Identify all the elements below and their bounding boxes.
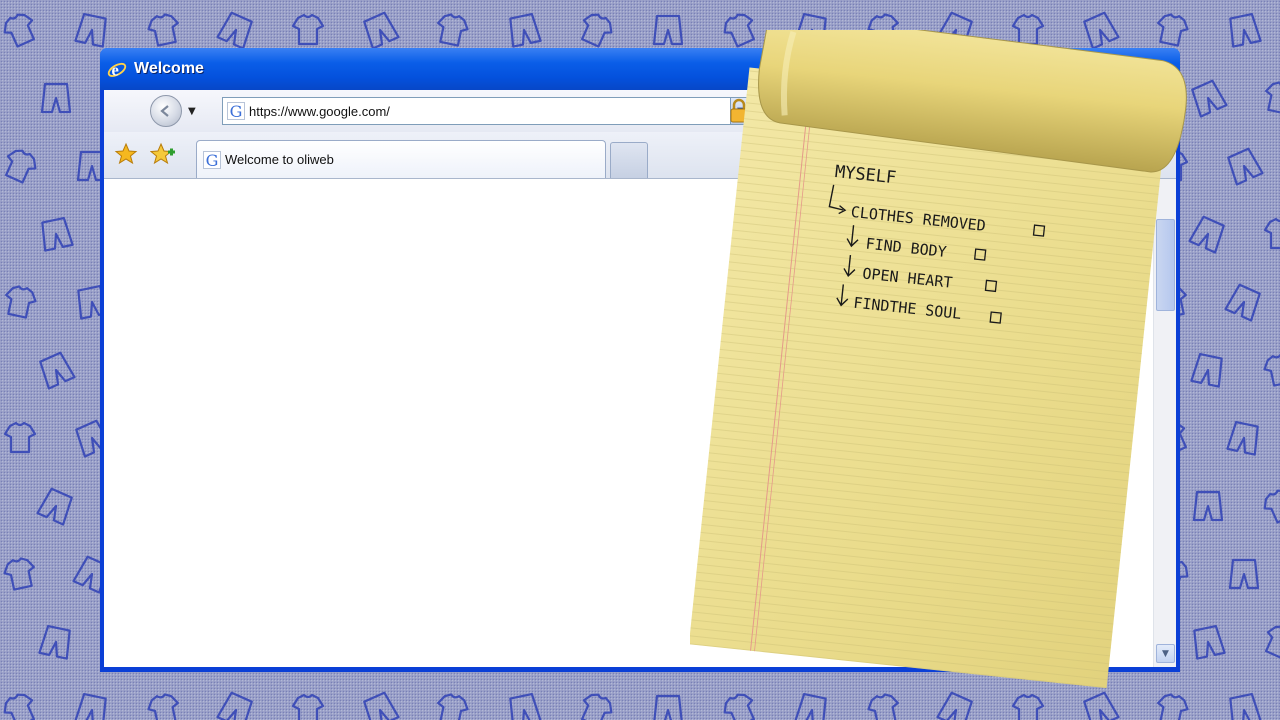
background-pattern-icon <box>74 12 110 48</box>
background-pattern-icon <box>216 690 256 720</box>
background-pattern-icon <box>145 691 183 720</box>
add-favorite-icon[interactable] <box>150 142 176 166</box>
new-tab-button[interactable] <box>610 142 648 178</box>
address-bar[interactable]: G https://www.google.com/ ▼ <box>222 97 752 125</box>
ie-logo-icon: e <box>107 60 127 79</box>
background-pattern-icon <box>936 690 976 720</box>
background-pattern-icon <box>360 10 400 50</box>
background-pattern-icon <box>506 692 542 720</box>
background-pattern-icon <box>0 145 41 186</box>
background-pattern-icon <box>652 694 684 720</box>
back-button[interactable] <box>150 95 182 127</box>
background-pattern-icon <box>38 624 74 660</box>
background-pattern-icon <box>865 691 903 720</box>
background-pattern-icon <box>719 689 761 720</box>
background-pattern-icon <box>1261 351 1280 388</box>
url-text: https://www.google.com/ <box>249 103 390 119</box>
background-pattern-icon <box>216 10 256 50</box>
background-pattern-icon <box>1224 282 1264 322</box>
background-pattern-icon <box>1 283 39 320</box>
background-pattern-icon <box>575 689 617 720</box>
background-pattern-icon <box>1263 217 1280 250</box>
background-pattern-icon <box>360 690 400 720</box>
google-g-icon: G <box>227 102 245 121</box>
background-pattern-icon <box>74 692 110 720</box>
background-pattern-icon <box>291 13 325 46</box>
background-pattern-icon <box>1226 12 1262 48</box>
google-g-icon: G <box>203 150 221 169</box>
star-icon[interactable] <box>114 142 138 166</box>
background-pattern-icon <box>0 9 41 50</box>
background-pattern-icon <box>1261 79 1280 116</box>
background-pattern-icon <box>1226 420 1262 456</box>
svg-text:e: e <box>112 60 119 79</box>
background-pattern-icon <box>1 555 39 592</box>
background-pattern-icon <box>1153 691 1191 720</box>
background-pattern-icon <box>1080 690 1120 720</box>
background-pattern-icon <box>1259 485 1280 526</box>
history-dropdown-button[interactable]: ▼ <box>188 106 196 117</box>
tab-label: Welcome to oliweb <box>225 152 334 167</box>
background-pattern-icon <box>506 12 542 48</box>
background-pattern-icon <box>40 82 72 114</box>
background-pattern-icon <box>38 216 74 252</box>
background-pattern-icon <box>1226 692 1262 720</box>
background-pattern-icon <box>794 692 830 720</box>
background-pattern-icon <box>36 486 76 526</box>
background-pattern-icon <box>0 689 41 720</box>
background-pattern-icon <box>1228 558 1260 590</box>
background-pattern-icon <box>36 350 76 390</box>
background-pattern-icon <box>575 9 617 50</box>
background-pattern-icon <box>433 11 471 48</box>
background-pattern-icon <box>1011 693 1045 720</box>
background-pattern-icon <box>1259 621 1280 662</box>
back-arrow-icon <box>160 105 169 117</box>
background-pattern-icon <box>291 693 325 720</box>
background-pattern-icon <box>1224 146 1264 186</box>
tab-welcome[interactable]: G Welcome to oliweb <box>196 140 606 178</box>
legal-notepad: MYSELF CLOTHES REMOVED FIND BODY OPEN HE… <box>690 30 1187 689</box>
background-pattern-icon <box>3 421 37 454</box>
background-pattern-icon <box>433 691 471 720</box>
window-title: Welcome <box>134 60 204 77</box>
background-pattern-icon <box>652 14 684 46</box>
background-pattern-icon <box>145 11 183 48</box>
